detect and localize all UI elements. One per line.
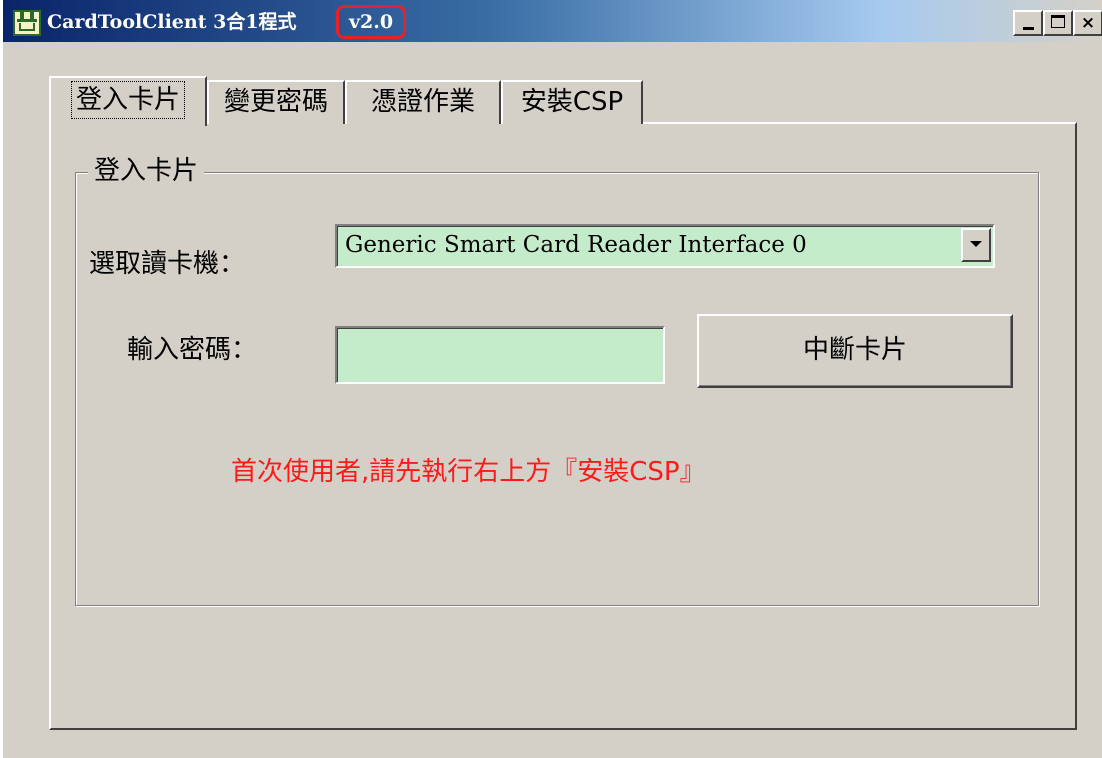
reader-label: 選取讀卡機： [89,249,246,279]
chevron-down-icon[interactable] [961,228,991,262]
tab-label: 登入卡片 [70,81,185,119]
app-window: CardToolClient 3合1程式 v2.0 × 登入卡片 選取讀卡機： … [0,0,1102,758]
tab-change-password[interactable]: 變更密碼 [207,80,345,124]
close-button[interactable]: × [1073,10,1102,36]
reader-select-value: Generic Smart Card Reader Interface 0 [345,232,807,258]
password-label: 輸入密碼： [127,335,258,365]
minimize-button[interactable] [1013,10,1043,36]
password-input[interactable] [335,326,665,384]
group-title: 登入卡片 [88,153,205,189]
tab-certificate[interactable]: 憑證作業 [345,80,501,124]
tab-panel-login: 登入卡片 選取讀卡機： Generic Smart Card Reader In… [49,122,1077,730]
first-use-hint: 首次使用者,請先執行右上方『安裝CSP』 [231,457,706,487]
app-icon[interactable] [13,10,41,36]
close-icon: × [1080,13,1096,33]
title-bar[interactable]: CardToolClient 3合1程式 v2.0 × [3,0,1102,42]
tab-login[interactable]: 登入卡片 [49,76,207,126]
reader-select[interactable]: Generic Smart Card Reader Interface 0 [335,224,995,268]
disconnect-card-button[interactable]: 中斷卡片 [697,314,1013,388]
window-title: CardToolClient 3合1程式 [47,11,297,33]
tab-install-csp[interactable]: 安裝CSP [501,80,643,124]
maximize-button[interactable] [1043,10,1073,36]
version-label: v2.0 [336,5,406,39]
